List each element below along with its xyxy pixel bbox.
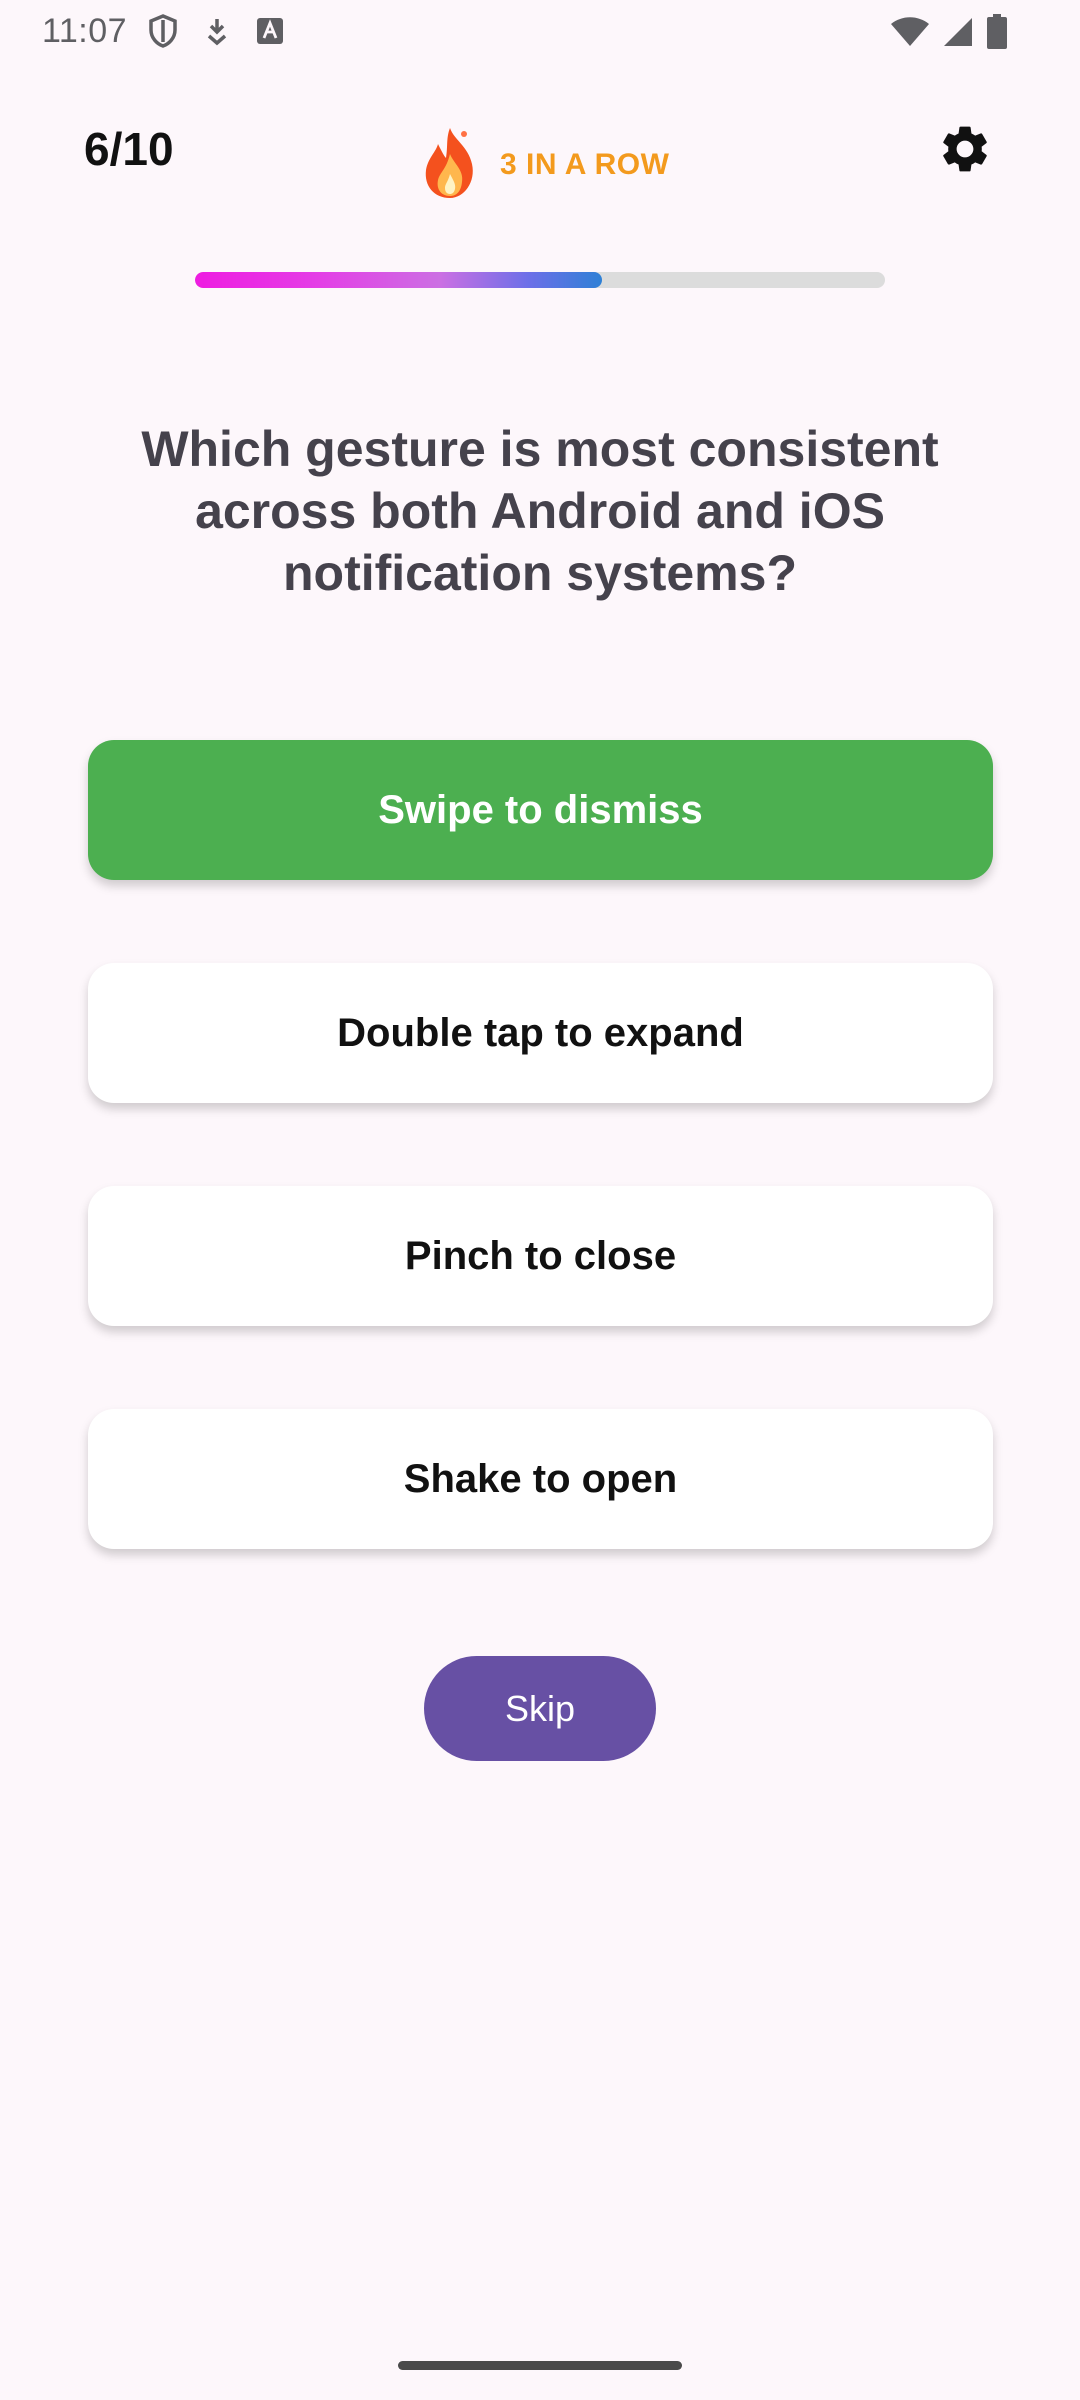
download-icon [204, 16, 230, 51]
answer-option[interactable]: Pinch to close [88, 1186, 993, 1326]
status-bar: 11:07 [0, 0, 1080, 60]
quiz-progress-bar [195, 272, 885, 288]
signal-icon [942, 16, 974, 53]
question-text: Which gesture is most consistent across … [141, 421, 939, 601]
streak-label: 3 IN A ROW [500, 147, 670, 181]
status-icons-right [890, 14, 1008, 55]
keyboard-a-icon [256, 17, 284, 50]
settings-button[interactable] [934, 120, 996, 182]
shield-icon [148, 14, 178, 53]
skip-button[interactable]: Skip [424, 1656, 656, 1761]
quiz-header: 6/10 3 IN A ROW [0, 110, 1080, 210]
quiz-progress-fill [195, 272, 603, 288]
wifi-icon [890, 17, 930, 52]
gesture-nav-handle[interactable] [398, 2361, 682, 2370]
answer-option[interactable]: Double tap to expand [88, 963, 993, 1103]
answer-list: Swipe to dismiss Double tap to expand Pinc… [88, 740, 993, 1632]
battery-icon [986, 14, 1008, 55]
question-counter: 6/10 [84, 123, 174, 175]
gear-icon [937, 121, 993, 182]
answer-option[interactable]: Shake to open [88, 1409, 993, 1549]
answer-option[interactable]: Swipe to dismiss [88, 740, 993, 880]
status-icons-left [148, 14, 284, 53]
fire-icon [420, 124, 480, 205]
status-time: 11:07 [42, 12, 128, 50]
streak-indicator: 3 IN A ROW [420, 124, 669, 205]
